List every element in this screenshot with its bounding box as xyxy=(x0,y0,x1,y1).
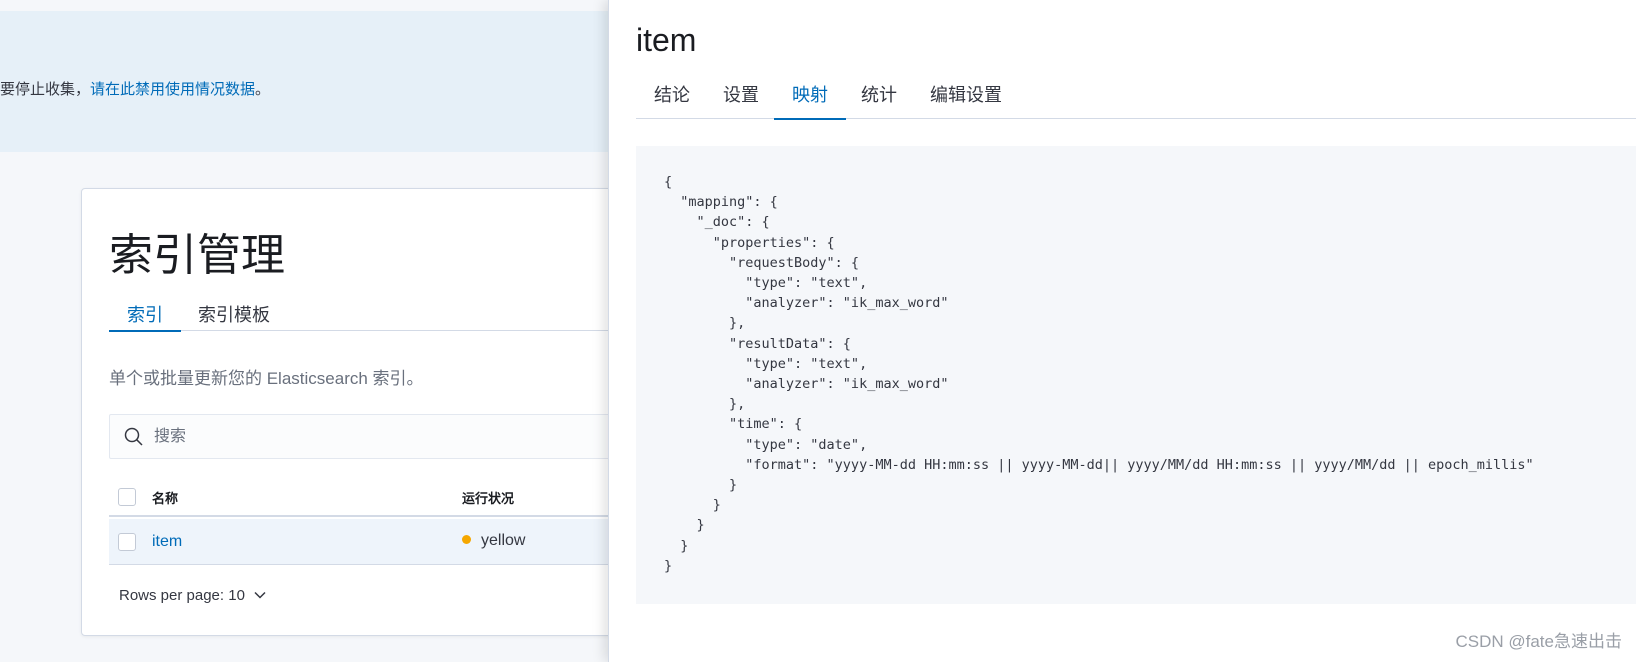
health-status: yellow xyxy=(462,532,525,550)
mapping-json: { "mapping": { "_doc": { "properties": {… xyxy=(664,174,1534,574)
health-dot-icon xyxy=(462,535,471,544)
column-health[interactable]: 运行状况 xyxy=(462,488,514,507)
watermark: CSDN @fate急速出击 xyxy=(1455,632,1622,651)
index-name-link[interactable]: item xyxy=(152,533,182,551)
disable-usage-link[interactable]: 请在此禁用使用情况数据 xyxy=(90,81,255,98)
column-name[interactable]: 名称 xyxy=(152,488,178,507)
flyout-tabs: 结论 设置 映射 统计 编辑设置 xyxy=(636,76,1636,120)
callout-prefix: 要停止收集， xyxy=(0,81,91,98)
select-all-checkbox[interactable] xyxy=(118,488,136,506)
rows-per-page-label: Rows per page: 10 xyxy=(119,587,245,604)
tab-summary[interactable]: 结论 xyxy=(654,81,690,119)
page-title: 索引管理 xyxy=(109,231,285,280)
callout-suffix: 。 xyxy=(255,81,271,98)
row-checkbox[interactable] xyxy=(118,533,136,551)
flyout-title: item xyxy=(636,22,697,58)
index-detail-flyout: item 结论 设置 映射 统计 编辑设置 { "mapping": { "_d… xyxy=(608,0,1636,662)
tab-indices[interactable]: 索引 xyxy=(109,301,181,332)
rows-per-page-button[interactable]: Rows per page: 10 xyxy=(119,587,267,604)
health-label: yellow xyxy=(481,532,526,549)
tab-stats[interactable]: 统计 xyxy=(861,81,897,119)
table-header: 名称 运行状况 xyxy=(109,477,669,517)
index-management-panel: 索引管理 索引 索引模板 单个或批量更新您的 Elasticsearch 索引。… xyxy=(81,188,669,636)
search-box xyxy=(109,414,669,459)
search-icon xyxy=(124,427,143,446)
mapping-code-block: { "mapping": { "_doc": { "properties": {… xyxy=(636,146,1636,604)
tab-mappings[interactable]: 映射 xyxy=(774,81,846,120)
page-description: 单个或批量更新您的 Elasticsearch 索引。 xyxy=(109,369,424,388)
table-row: item yellow xyxy=(109,519,669,565)
tab-index-templates[interactable]: 索引模板 xyxy=(198,301,270,331)
tab-settings[interactable]: 设置 xyxy=(723,81,759,119)
chevron-down-icon xyxy=(254,591,266,599)
index-tabs: 索引 索引模板 xyxy=(109,301,669,332)
callout-text: 要停止收集，请在此禁用使用情况数据。 xyxy=(0,78,270,99)
tab-edit-settings[interactable]: 编辑设置 xyxy=(930,81,1002,119)
search-input[interactable] xyxy=(154,426,634,448)
usage-callout: 要停止收集，请在此禁用使用情况数据。 xyxy=(0,11,620,152)
